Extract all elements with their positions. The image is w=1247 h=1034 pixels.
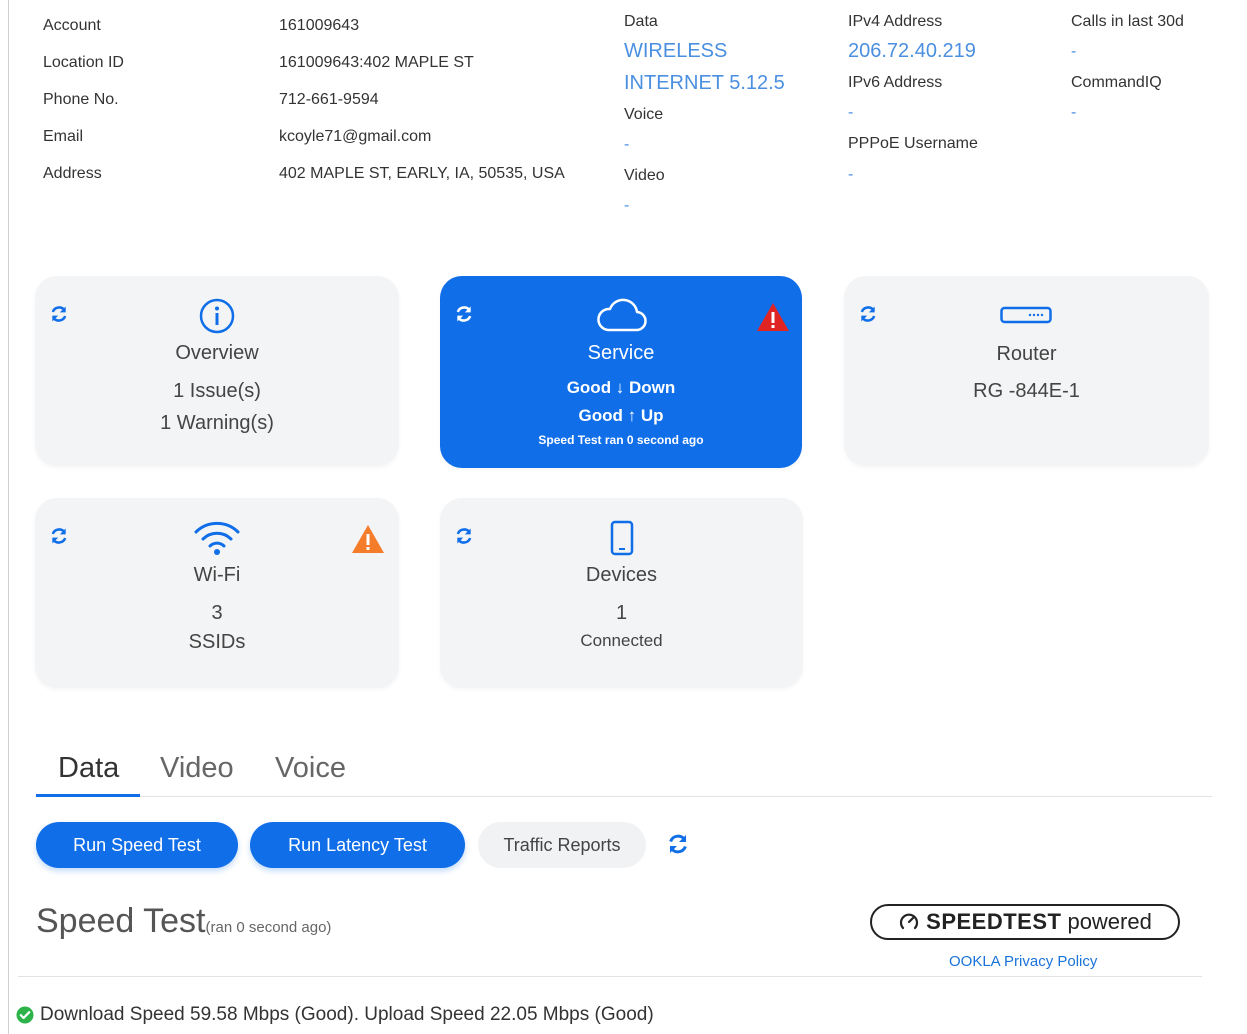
- pppoe-value: -: [848, 166, 854, 183]
- refresh-icon[interactable]: [858, 304, 878, 324]
- devices-tile[interactable]: Devices 1 Connected: [440, 498, 803, 688]
- calls-value: -: [1071, 43, 1077, 60]
- wifi-ssid-unit: SSIDs: [188, 631, 246, 653]
- run-latency-test-button[interactable]: Run Latency Test: [250, 822, 465, 868]
- critical-alert-icon: [757, 303, 789, 331]
- overview-issues: 1 Issue(s): [173, 380, 261, 402]
- refresh-icon[interactable]: [49, 304, 69, 324]
- wifi-ssid-count: 3: [211, 602, 223, 624]
- location-id-label: Location ID: [43, 54, 124, 71]
- speedtest-powered-text: powered: [1067, 909, 1152, 934]
- phone-label: Phone No.: [43, 91, 119, 108]
- devices-title: Devices: [585, 564, 658, 586]
- tab-data[interactable]: Data: [58, 752, 119, 785]
- traffic-reports-button[interactable]: Traffic Reports: [478, 822, 646, 868]
- address-label: Address: [43, 165, 102, 182]
- router-model: RG -844E-1: [973, 380, 1080, 402]
- run-speed-test-button[interactable]: Run Speed Test: [36, 822, 238, 868]
- speed-test-heading: Speed Test(ran 0 second ago): [36, 902, 331, 941]
- speed-test-result: Download Speed 59.58 Mbps (Good). Upload…: [16, 1004, 654, 1026]
- overview-warnings: 1 Warning(s): [160, 412, 274, 434]
- check-circle-icon: [16, 1006, 34, 1024]
- email-value: kcoyle71@gmail.com: [279, 128, 432, 145]
- section-divider: [18, 976, 1202, 977]
- pppoe-label: PPPoE Username: [848, 135, 978, 152]
- account-value: 161009643: [279, 17, 360, 34]
- speed-test-subtitle: (ran 0 second ago): [205, 919, 332, 936]
- wifi-title: Wi-Fi: [193, 564, 241, 586]
- refresh-icon[interactable]: [454, 526, 474, 546]
- info-icon: [199, 298, 235, 334]
- speedtest-powered-badge: SPEEDTEST powered: [870, 904, 1180, 940]
- tab-video[interactable]: Video: [160, 752, 234, 785]
- devices-count: 1: [615, 602, 628, 624]
- router-icon: [1000, 306, 1052, 324]
- overview-tile[interactable]: Overview 1 Issue(s) 1 Warning(s): [35, 276, 399, 466]
- video-service-value: -: [624, 197, 630, 214]
- data-service-value-line2[interactable]: INTERNET 5.12.5: [624, 72, 785, 95]
- service-tile[interactable]: Service Good ↓ Down Good ↑ Up Speed Test…: [440, 276, 802, 468]
- ipv6-value: -: [848, 104, 854, 121]
- cloud-icon: [597, 298, 647, 332]
- service-title: Service: [587, 342, 655, 364]
- commandiq-label: CommandIQ: [1071, 74, 1162, 91]
- email-label: Email: [43, 128, 84, 145]
- router-tile[interactable]: Router RG -844E-1: [844, 276, 1209, 466]
- speed-test-title: Speed Test: [36, 902, 206, 940]
- location-id-value: 161009643:402 MAPLE ST: [279, 54, 474, 71]
- active-tab-indicator: [36, 794, 140, 797]
- voice-service-value: -: [624, 136, 630, 153]
- ipv4-value[interactable]: 206.72.40.219: [848, 40, 976, 63]
- calls-label: Calls in last 30d: [1071, 13, 1184, 30]
- speedtest-brand: SPEEDTEST: [926, 909, 1062, 934]
- commandiq-value: -: [1071, 104, 1077, 121]
- data-service-value-line1[interactable]: WIRELESS: [624, 40, 727, 63]
- refresh-icon[interactable]: [666, 832, 690, 856]
- tab-divider: [36, 796, 1212, 797]
- service-up-status: Good ↑ Up: [578, 406, 664, 425]
- wifi-tile[interactable]: Wi-Fi 3 SSIDs: [35, 498, 399, 688]
- phone-value: 712-661-9594: [279, 91, 379, 108]
- phone-icon: [610, 520, 634, 556]
- wifi-icon: [194, 521, 240, 555]
- ipv6-label: IPv6 Address: [848, 74, 943, 91]
- refresh-icon[interactable]: [49, 526, 69, 546]
- ookla-privacy-policy-link[interactable]: OOKLA Privacy Policy: [949, 953, 1097, 970]
- refresh-icon[interactable]: [454, 304, 474, 324]
- account-label: Account: [43, 17, 101, 34]
- address-value: 402 MAPLE ST, EARLY, IA, 50535, USA: [279, 165, 565, 182]
- gauge-icon: [900, 913, 919, 930]
- data-service-label: Data: [624, 13, 658, 30]
- service-down-status: Good ↓ Down: [566, 378, 676, 397]
- warning-icon: [352, 525, 384, 553]
- service-speedtest-note: Speed Test ran 0 second ago: [538, 433, 704, 447]
- left-divider: [8, 0, 9, 1034]
- voice-service-label: Voice: [624, 106, 664, 123]
- ipv4-label: IPv4 Address: [848, 13, 943, 30]
- devices-unit: Connected: [580, 631, 663, 650]
- tab-voice[interactable]: Voice: [275, 752, 346, 785]
- router-title: Router: [996, 343, 1057, 365]
- overview-title: Overview: [175, 342, 259, 364]
- video-service-label: Video: [624, 167, 665, 184]
- speed-test-result-text: Download Speed 59.58 Mbps (Good). Upload…: [40, 1004, 654, 1025]
